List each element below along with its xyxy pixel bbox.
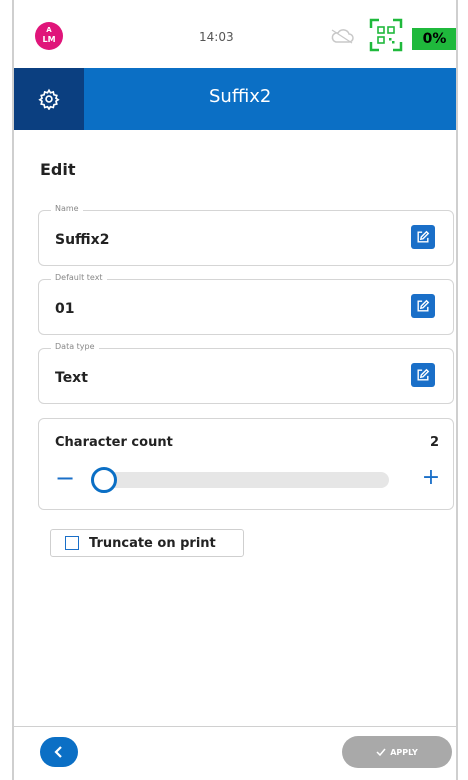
truncate-on-print-option[interactable]: Truncate on print — [50, 529, 244, 557]
edit-icon — [417, 299, 430, 312]
footer-divider — [14, 726, 456, 727]
user-avatar[interactable]: A LM — [35, 22, 63, 50]
character-count-card: Character count 2 − + — [38, 418, 454, 510]
data-type-field: Data type Text — [38, 342, 454, 404]
truncate-checkbox[interactable] — [65, 536, 79, 550]
edit-data-type-button[interactable] — [411, 363, 435, 387]
page-title: Suffix2 — [209, 86, 272, 107]
default-text-value: 01 — [55, 301, 75, 317]
default-text-field: Default text 01 — [38, 273, 454, 335]
character-count-slider[interactable] — [91, 467, 389, 493]
section-title: Edit — [40, 160, 76, 179]
status-bar: A LM 14:03 0% — [14, 0, 456, 68]
data-type-label: Data type — [51, 342, 99, 351]
back-button[interactable] — [40, 737, 78, 767]
name-field-value: Suffix2 — [55, 232, 110, 248]
apply-button[interactable]: APPLY — [342, 736, 452, 768]
name-field: Name Suffix2 — [38, 204, 454, 266]
battery-indicator: 0% — [412, 28, 456, 50]
clock-time: 14:03 — [199, 30, 234, 44]
character-count-label: Character count — [55, 435, 173, 450]
edit-default-text-button[interactable] — [411, 294, 435, 318]
edit-icon — [417, 368, 430, 381]
truncate-label: Truncate on print — [89, 535, 216, 551]
increment-button[interactable]: + — [417, 465, 445, 493]
avatar-initials: LM — [42, 35, 56, 44]
apply-label: APPLY — [390, 747, 418, 757]
default-text-label: Default text — [51, 273, 107, 282]
app-header: Suffix2 — [14, 68, 456, 130]
check-icon — [376, 748, 386, 756]
gear-icon — [38, 88, 60, 110]
edit-name-button[interactable] — [411, 225, 435, 249]
data-type-value: Text — [55, 370, 88, 386]
cloud-icon — [331, 29, 354, 44]
avatar-initial: A — [46, 26, 52, 34]
edit-icon — [417, 230, 430, 243]
settings-button[interactable] — [14, 68, 84, 130]
decrement-button[interactable]: − — [51, 465, 79, 493]
qr-scan-icon[interactable] — [369, 18, 403, 52]
character-count-value: 2 — [429, 435, 439, 450]
chevron-left-icon — [54, 746, 62, 758]
app-frame: A LM 14:03 0% Suffix2 Edit Name Suffix2 … — [12, 0, 458, 780]
name-field-label: Name — [51, 204, 83, 213]
slider-thumb[interactable] — [91, 467, 117, 493]
